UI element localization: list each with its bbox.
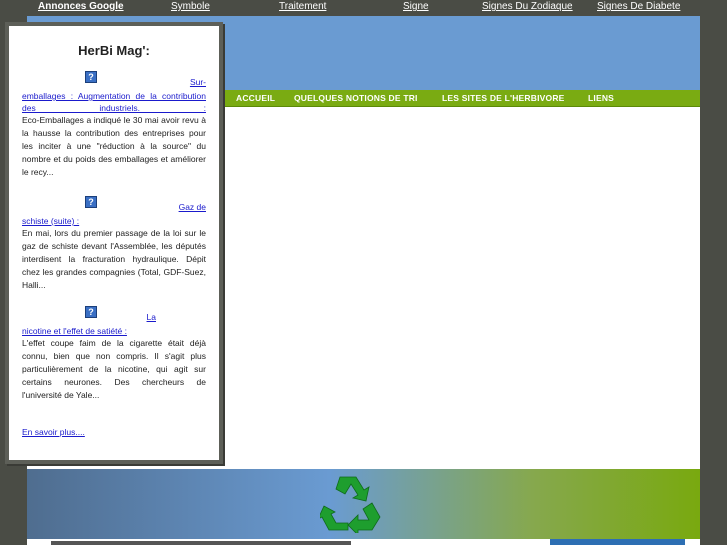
ad-link-signes-zodiaque[interactable]: Signes Du Zodiaque (482, 1, 573, 12)
google-ads-brand-link[interactable]: Annonces Google (38, 1, 124, 12)
herbimag-panel: HerBi Mag': ? Sur- emballages : Augmenta… (5, 22, 223, 464)
broken-image-icon: ? (85, 71, 97, 83)
ad-link-symbole[interactable]: Symbole (171, 1, 210, 12)
bottom-blue-block (550, 539, 685, 545)
bottom-strip (27, 539, 700, 545)
article-3-excerpt: L'effet coupe faim de la cigarette était… (22, 338, 206, 400)
read-more-link[interactable]: En savoir plus.... (22, 427, 85, 437)
nav-item-sites-herbivore[interactable]: LES SITES DE L'HERBIVORE (442, 93, 565, 103)
right-margin (700, 16, 727, 545)
article-1-excerpt: Eco-Emballages a indiqué le 30 mai avoir… (22, 115, 206, 177)
broken-image-icon: ? (85, 196, 97, 208)
ad-link-signe[interactable]: Signe (403, 1, 429, 12)
recycle-icon (320, 476, 381, 533)
article-2-link-start[interactable]: Gaz de (179, 202, 206, 212)
ad-link-signes-diabete[interactable]: Signes De Diabete (597, 1, 680, 12)
article-3-link[interactable]: nicotine et l'effet de satiété : (22, 325, 206, 337)
article-3: ? La nicotine et l'effet de satiété : L'… (22, 306, 206, 406)
main-nav-bar: ACCUEIL QUELQUES NOTIONS DE TRI LES SITE… (222, 90, 700, 107)
bottom-dark-block (51, 541, 351, 545)
nav-item-liens[interactable]: LIENS (588, 93, 614, 103)
nav-divider (222, 106, 700, 107)
article-2-excerpt: En mai, lors du premier passage de la lo… (22, 228, 206, 290)
article-1-link-start[interactable]: Sur- (190, 77, 206, 87)
header-banner (222, 16, 700, 90)
article-2-link[interactable]: schiste (suite) : (22, 215, 206, 227)
panel-title: HerBi Mag': (78, 43, 150, 58)
article-2: ? Gaz de schiste (suite) : En mai, lors … (22, 196, 206, 291)
nav-item-notions-tri[interactable]: QUELQUES NOTIONS DE TRI (294, 93, 418, 103)
google-ads-bar: Annonces Google Symbole Traitement Signe… (0, 0, 727, 16)
ad-link-traitement[interactable]: Traitement (279, 1, 326, 12)
article-1-link[interactable]: emballages : Augmentation de la contribu… (22, 90, 206, 114)
nav-item-accueil[interactable]: ACCUEIL (236, 93, 275, 103)
broken-image-icon: ? (85, 306, 97, 318)
article-3-link-start[interactable]: La (147, 312, 156, 322)
article-1: ? Sur- emballages : Augmentation de la c… (22, 71, 206, 181)
